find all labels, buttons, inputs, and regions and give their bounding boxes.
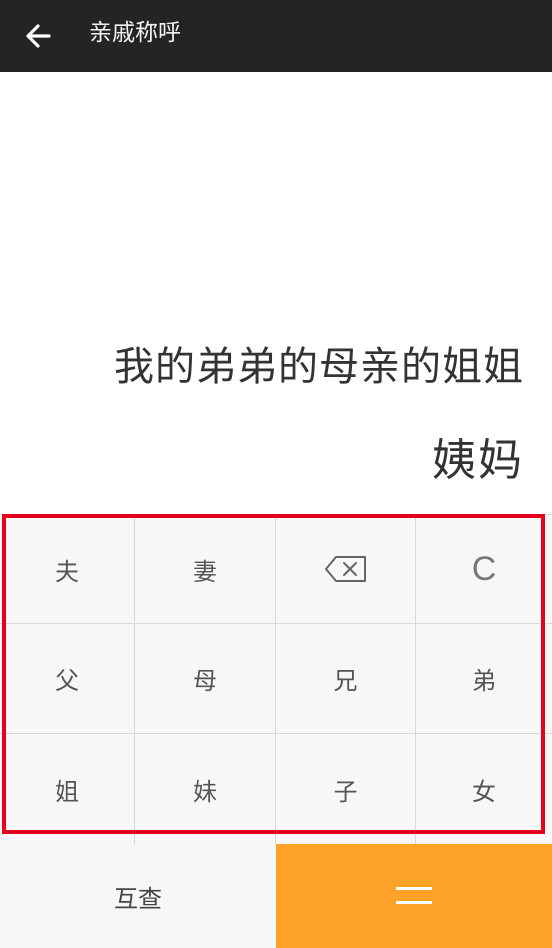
equals-button[interactable] xyxy=(276,844,552,948)
display-area: 我的弟弟的母亲的姐姐 姨妈 xyxy=(0,72,552,514)
backspace-button[interactable] xyxy=(276,515,415,623)
arrow-left-icon xyxy=(26,24,51,48)
clear-button[interactable]: C xyxy=(416,515,552,623)
key-daughter[interactable]: 女 xyxy=(416,734,552,845)
key-wife[interactable]: 妻 xyxy=(135,515,275,623)
key-elder-brother[interactable]: 兄 xyxy=(276,624,415,733)
keypad: 夫 妻 C 父 母 兄 弟 姐 妹 子 女 xyxy=(0,514,552,845)
key-younger-sister[interactable]: 妹 xyxy=(135,734,275,845)
relation-expression: 我的弟弟的母亲的姐姐 xyxy=(114,344,524,390)
mutual-check-button[interactable]: 互查 xyxy=(0,844,276,948)
key-mother[interactable]: 母 xyxy=(135,624,275,733)
key-elder-sister[interactable]: 姐 xyxy=(0,734,134,845)
equals-icon xyxy=(396,887,432,904)
key-husband[interactable]: 夫 xyxy=(0,515,134,623)
top-app-bar: 亲戚称呼 xyxy=(0,0,552,72)
key-father[interactable]: 父 xyxy=(0,624,134,733)
bottom-action-bar: 互查 xyxy=(0,844,552,948)
relation-result: 姨妈 xyxy=(432,435,524,486)
backspace-icon xyxy=(324,556,366,582)
back-button[interactable] xyxy=(14,12,62,60)
key-younger-brother[interactable]: 弟 xyxy=(416,624,552,733)
page-title: 亲戚称呼 xyxy=(89,20,181,46)
key-son[interactable]: 子 xyxy=(276,734,415,845)
